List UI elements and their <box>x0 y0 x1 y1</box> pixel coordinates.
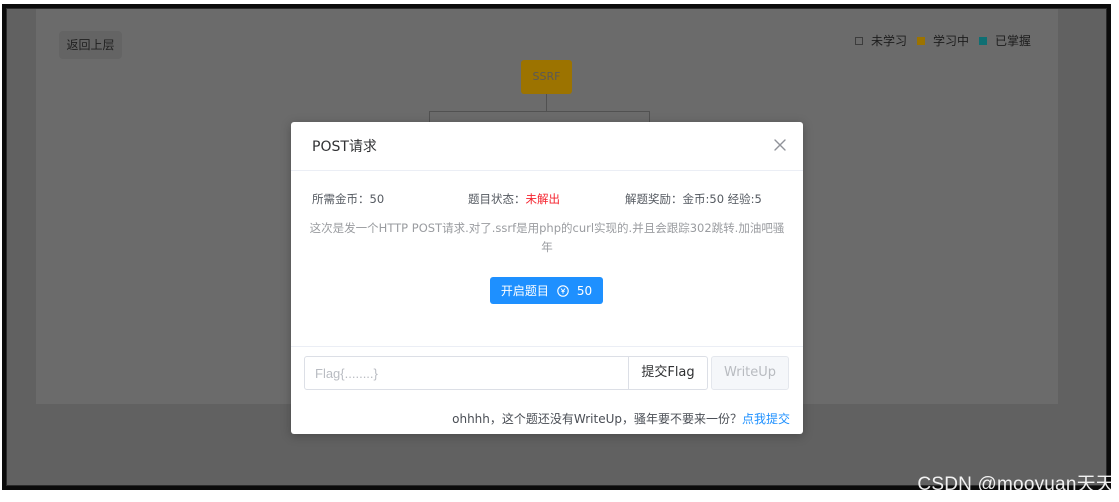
legend-swatch <box>916 36 925 45</box>
challenge-info: 所需金币：50 题目状态：未解出 解题奖励：金币:50 经验:5 <box>312 191 782 207</box>
challenge-description: 这次是发一个HTTP POST请求.对了.ssrf是用php的curl实现的.并… <box>309 221 785 254</box>
start-challenge-button[interactable]: 开启题目 50 <box>490 277 603 304</box>
legend-swatch <box>854 36 863 45</box>
writeup-note: ohhhh，这个题还没有WriteUp，骚年要不要来一份？点我提交 <box>452 410 790 427</box>
legend-item-learning: 学习中 <box>916 32 969 49</box>
legend-item-not-learned: 未学习 <box>854 32 907 49</box>
legend: 未学习 学习中 已掌握 <box>845 32 1031 49</box>
legend-label: 已掌握 <box>994 34 1031 48</box>
reward-label: 解题奖励： <box>625 192 683 206</box>
start-label: 开启题目 <box>500 284 549 298</box>
cost-value: 50 <box>369 192 385 206</box>
reward-value: 金币:50 经验:5 <box>682 192 762 206</box>
dialog-header: POST请求 <box>291 122 803 171</box>
back-button[interactable]: 返回上层 <box>59 31 122 59</box>
dialog-title: POST请求 <box>312 139 377 155</box>
status-value: 未解出 <box>525 192 561 206</box>
tree-node-ssrf[interactable]: SSRF <box>521 60 572 94</box>
cost-label: 所需金币： <box>312 192 370 206</box>
coin-icon <box>557 284 569 297</box>
flag-input[interactable] <box>304 356 629 390</box>
legend-label: 未学习 <box>870 34 907 48</box>
tree-connector <box>429 111 649 112</box>
challenge-dialog: POST请求 所需金币：50 题目状态：未解出 解题奖励：金币:50 经验:5 … <box>291 122 803 434</box>
status-info: 题目状态：未解出 <box>468 191 560 207</box>
cost-info: 所需金币：50 <box>312 191 384 207</box>
submit-writeup-link[interactable]: 点我提交 <box>742 412 790 426</box>
writeup-note-text: ohhhh，这个题还没有WriteUp，骚年要不要来一份？ <box>452 412 742 426</box>
legend-item-mastered: 已掌握 <box>978 32 1031 49</box>
submit-flag-button[interactable]: 提交Flag <box>628 356 708 390</box>
dialog-footer: 提交Flag WriteUp ohhhh，这个题还没有WriteUp，骚年要不要… <box>291 346 803 435</box>
watermark: CSDN @mooyuan天天 <box>917 474 1115 495</box>
close-icon[interactable] <box>773 138 787 152</box>
tree-connector <box>546 94 547 112</box>
status-label: 题目状态： <box>468 192 526 206</box>
reward-info: 解题奖励：金币:50 经验:5 <box>625 191 762 207</box>
legend-label: 学习中 <box>932 34 969 48</box>
writeup-button[interactable]: WriteUp <box>711 356 789 390</box>
start-cost: 50 <box>576 283 593 298</box>
screenshot-frame: 返回上层 未学习 学习中 已掌握 SSRF POST请求 所需金币：50 题目状… <box>2 4 1111 490</box>
legend-swatch <box>978 36 987 45</box>
